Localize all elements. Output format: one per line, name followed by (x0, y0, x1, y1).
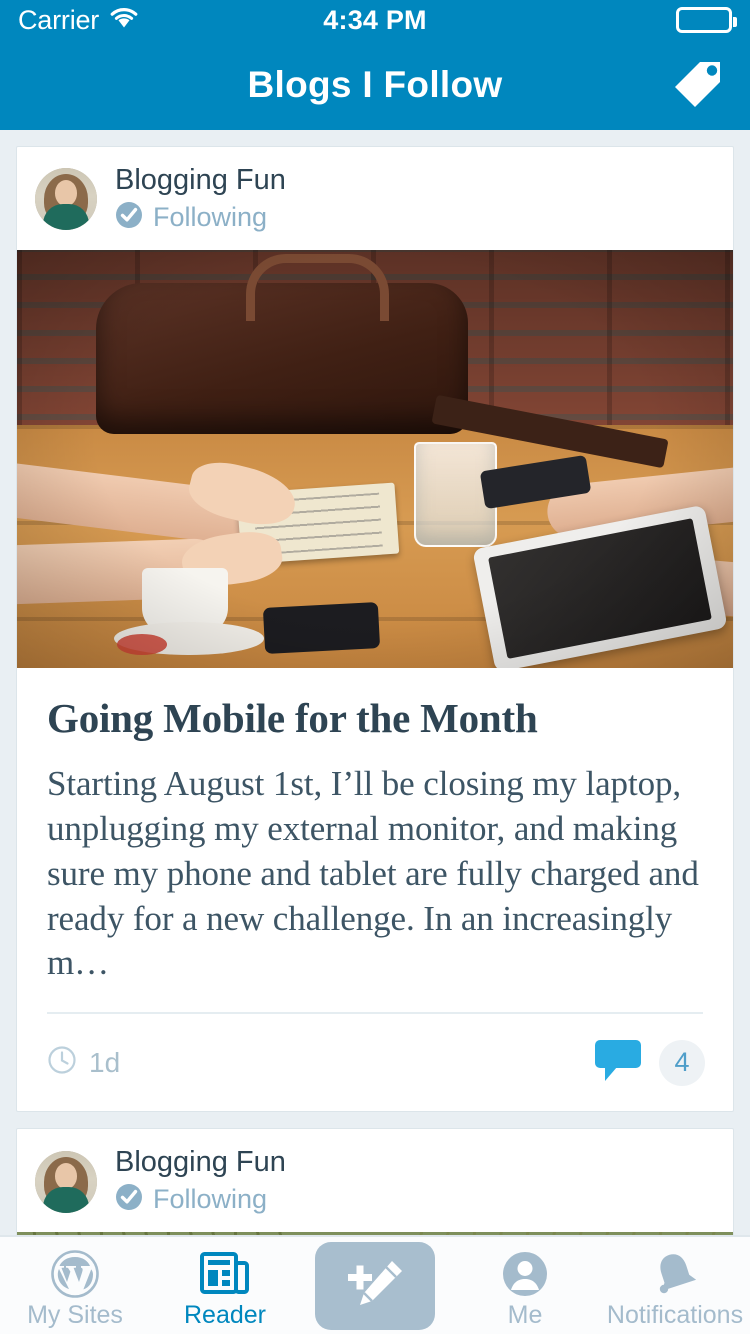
following-status[interactable]: Following (115, 1183, 286, 1216)
status-bar-left: Carrier (18, 4, 323, 35)
clock-icon (47, 1045, 77, 1080)
app-screen: Carrier 4:34 PM Blogs I Follow Blogging … (0, 0, 750, 1334)
tab-label-reader: Reader (184, 1301, 266, 1329)
comment-count-badge[interactable]: 4 (659, 1039, 705, 1086)
person-circle-icon (500, 1249, 550, 1299)
tab-label-my-sites: My Sites (27, 1301, 123, 1329)
avatar[interactable] (35, 168, 97, 231)
status-bar-clock: 4:34 PM (323, 4, 427, 35)
tab-my-sites[interactable]: My Sites (0, 1237, 150, 1334)
post-excerpt: Starting August 1st, I’ll be closing my … (47, 764, 699, 983)
post-card-footer: 1d 4 (17, 1014, 733, 1111)
post-card-header[interactable]: Blogging Fun Following (17, 147, 733, 250)
post-timestamp: 1d (47, 1045, 120, 1080)
post-title[interactable]: Going Mobile for the Month (47, 694, 703, 742)
battery-icon (676, 7, 738, 33)
reader-newspaper-icon (199, 1249, 251, 1299)
status-bar: Carrier 4:34 PM (0, 0, 750, 40)
post-comments[interactable]: 4 (593, 1036, 705, 1089)
post-card-header[interactable]: Blogging Fun Following (17, 1129, 733, 1232)
post-card-headtext: Blogging Fun Following (115, 1146, 286, 1216)
following-label: Following (153, 201, 268, 232)
blog-name[interactable]: Blogging Fun (115, 1146, 286, 1179)
check-circle-icon (115, 1183, 143, 1216)
tab-notifications[interactable]: Notifications (600, 1237, 750, 1334)
post-card-body: Going Mobile for the Month Starting Augu… (17, 668, 733, 986)
tab-me[interactable]: Me (450, 1237, 600, 1334)
wifi-icon (109, 7, 139, 34)
following-label: Following (153, 1183, 268, 1214)
wordpress-icon (50, 1249, 100, 1299)
check-circle-icon (115, 201, 143, 234)
status-bar-right (427, 7, 738, 33)
carrier-label: Carrier (18, 4, 100, 35)
navigation-bar: Blogs I Follow (0, 40, 750, 130)
tab-label-me: Me (507, 1301, 543, 1329)
page-title: Blogs I Follow (247, 64, 503, 105)
tab-reader[interactable]: Reader (150, 1237, 300, 1334)
tag-icon[interactable] (660, 48, 734, 122)
blog-name[interactable]: Blogging Fun (115, 164, 286, 197)
comment-bubble-icon[interactable] (593, 1036, 647, 1089)
following-status[interactable]: Following (115, 201, 286, 234)
avatar[interactable] (35, 1150, 97, 1213)
compose-pencil-icon[interactable] (315, 1241, 435, 1330)
featured-image[interactable] (17, 249, 733, 668)
post-time-label: 1d (89, 1046, 121, 1078)
reader-feed-scroll[interactable]: Blogging Fun Following Going Mobile for … (0, 130, 750, 1235)
tab-label-notifications: Notifications (606, 1301, 744, 1329)
post-card-headtext: Blogging Fun Following (115, 164, 286, 234)
tab-compose[interactable] (300, 1237, 450, 1334)
bell-icon (649, 1249, 701, 1299)
tab-bar: My Sites Reader Me Notifications (0, 1235, 750, 1334)
post-card[interactable]: Blogging Fun Following (16, 146, 734, 1113)
post-card[interactable]: Blogging Fun Following (16, 1128, 734, 1235)
